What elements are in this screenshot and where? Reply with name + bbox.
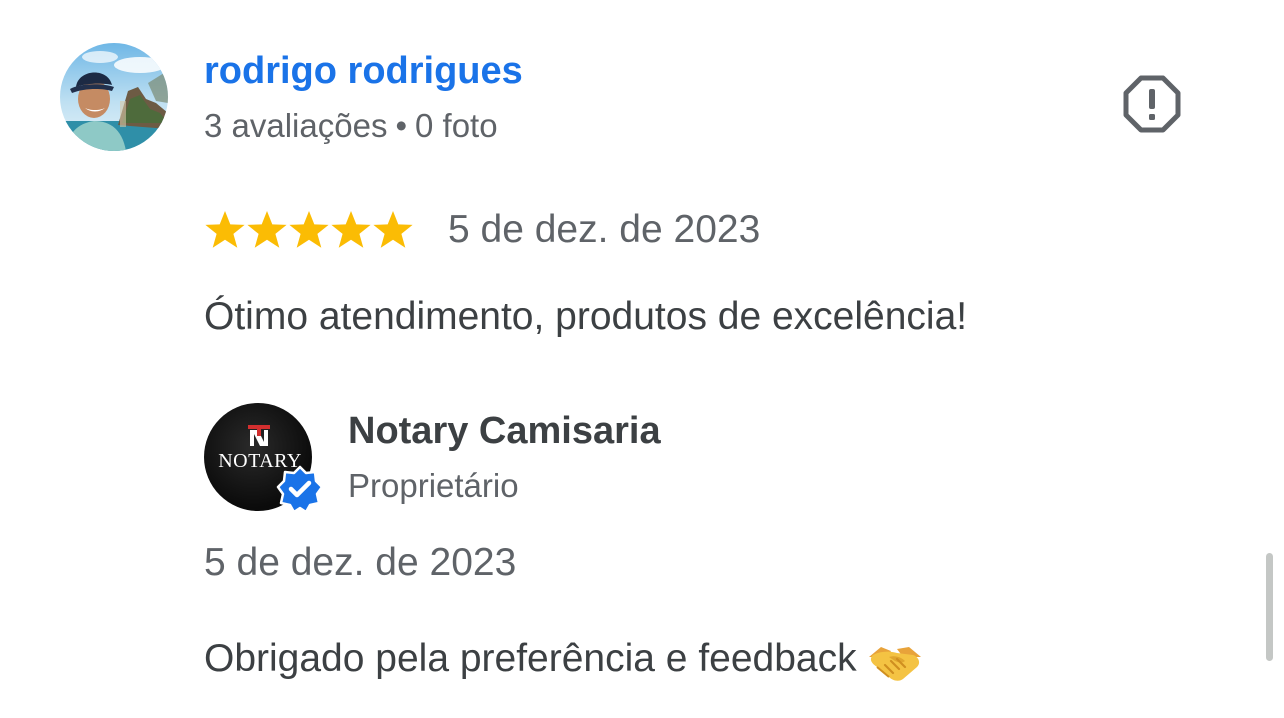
notary-logo-mark	[248, 425, 270, 446]
star-icon	[373, 211, 413, 248]
reviewer-photo-count: 0 foto	[415, 107, 498, 144]
reviewer-avatar[interactable]	[60, 43, 168, 151]
review-text: Ótimo atendimento, produtos de excelênci…	[204, 295, 968, 338]
rating-row: 5 de dez. de 2023	[204, 204, 760, 256]
star-icon	[289, 211, 329, 248]
owner-response-message: Obrigado pela preferência e feedback	[204, 637, 857, 680]
reviewer-photo	[60, 43, 168, 151]
report-review-button[interactable]	[1122, 74, 1182, 134]
star-rating	[204, 209, 414, 251]
star-icon	[205, 211, 245, 248]
report-flag-icon	[1123, 75, 1181, 133]
verified-badge-icon	[276, 465, 324, 513]
review-date: 5 de dez. de 2023	[448, 208, 761, 251]
star-icon	[331, 211, 371, 248]
reviewer-meta: 3 avaliações • 0 foto	[204, 106, 498, 146]
handshake-icon	[868, 646, 921, 681]
scrollbar-thumb[interactable]	[1266, 553, 1273, 661]
owner-avatar[interactable]: NOTARY	[204, 403, 324, 513]
owner-response-text: Obrigado pela preferência e feedback	[204, 634, 923, 684]
review-page: rodrigo rodrigues 3 avaliações • 0 foto 5 …	[0, 0, 1284, 718]
owner-name: Notary Camisaria	[348, 410, 661, 452]
star-icon	[247, 211, 287, 248]
owner-response-date: 5 de dez. de 2023	[204, 541, 517, 584]
owner-role: Proprietário	[348, 467, 519, 504]
meta-separator: •	[395, 107, 408, 144]
reviewer-name-link[interactable]: rodrigo rodrigues	[204, 48, 523, 94]
reviewer-review-count: 3 avaliações	[204, 107, 388, 144]
